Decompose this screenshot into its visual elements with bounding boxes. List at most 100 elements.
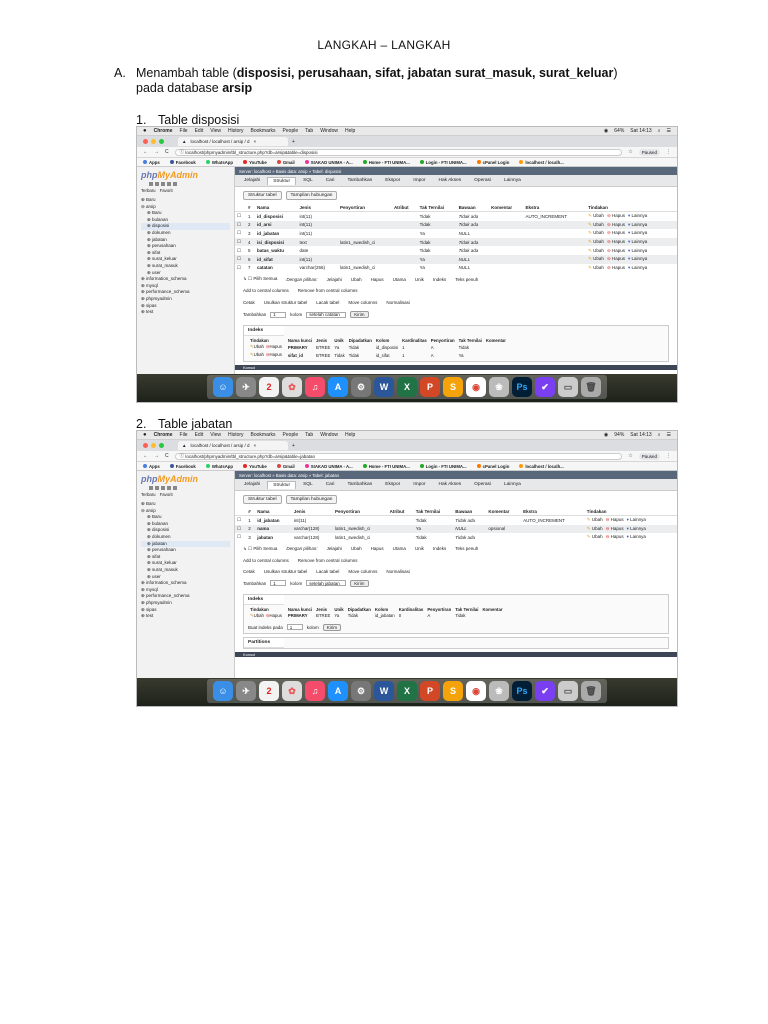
sublime-icon[interactable]: S bbox=[443, 377, 463, 397]
tree-item[interactable]: ⊕ user bbox=[141, 270, 230, 277]
menu-tab[interactable]: Tab bbox=[305, 432, 313, 438]
wifi-icon[interactable]: ◉ bbox=[604, 128, 608, 134]
app-icon[interactable]: ✔ bbox=[535, 377, 555, 397]
bulk-unique[interactable]: Unik bbox=[415, 277, 424, 282]
cell-checkbox[interactable]: ☐ bbox=[235, 254, 247, 264]
delete-link[interactable]: Hapus bbox=[612, 256, 625, 261]
remove-central-columns[interactable]: Remove from central columns bbox=[298, 288, 358, 293]
tree-item[interactable]: ⊕ surat_keluar bbox=[141, 256, 230, 263]
preview-icon[interactable]: ❀ bbox=[489, 681, 509, 701]
chrome-icon[interactable]: ◉ bbox=[466, 377, 486, 397]
docs-icon[interactable] bbox=[161, 182, 165, 186]
tab-recent[interactable]: Terbaru bbox=[141, 492, 156, 497]
bookmark-whatsapp[interactable]: WhatsApp bbox=[205, 464, 233, 469]
finder-icon[interactable]: ☺ bbox=[213, 681, 233, 701]
add-central-columns[interactable]: Add to central columns bbox=[243, 558, 289, 563]
tab-recent[interactable]: Terbaru bbox=[141, 188, 156, 193]
excel-icon[interactable]: X bbox=[397, 377, 417, 397]
delete-link[interactable]: Hapus bbox=[270, 613, 282, 618]
battery-status[interactable]: 64% bbox=[614, 128, 624, 134]
minimize-window-icon[interactable] bbox=[151, 139, 156, 144]
bookmark-apps[interactable]: Apps bbox=[143, 464, 160, 469]
more-link[interactable]: Lainnya bbox=[632, 230, 648, 235]
menu-edit[interactable]: Edit bbox=[195, 128, 204, 134]
tab-structure[interactable]: Struktur bbox=[267, 176, 297, 185]
preview-icon[interactable]: ❀ bbox=[489, 377, 509, 397]
tab-export[interactable]: Ekspor bbox=[379, 480, 406, 489]
propose-structure-link[interactable]: Usulkan struktur tabel bbox=[264, 300, 308, 305]
more-link[interactable]: Lainnya bbox=[632, 239, 648, 244]
print-link[interactable]: Cetak bbox=[243, 569, 255, 574]
sublime-icon[interactable]: S bbox=[443, 681, 463, 701]
powerpoint-icon[interactable]: P bbox=[420, 681, 440, 701]
edit-link[interactable]: Ubah bbox=[592, 534, 603, 539]
cell-checkbox[interactable]: ☐ bbox=[235, 237, 247, 247]
delete-link[interactable]: Hapus bbox=[270, 352, 282, 357]
photos-icon[interactable]: ✿ bbox=[282, 681, 302, 701]
back-icon[interactable]: ← bbox=[143, 453, 148, 459]
subtab-relation-view[interactable]: Tampilan hubungan bbox=[285, 495, 338, 504]
edit-link[interactable]: Ubah bbox=[254, 344, 264, 349]
tree-item[interactable]: ⊖ arsip bbox=[141, 508, 230, 515]
settings-icon[interactable] bbox=[167, 486, 171, 490]
menu-view[interactable]: View bbox=[210, 128, 221, 134]
home-icon[interactable] bbox=[149, 486, 153, 490]
word-icon[interactable]: W bbox=[374, 681, 394, 701]
bulk-browse[interactable]: Jelajahi bbox=[327, 546, 342, 551]
address-input[interactable]: ⓘ localhost/phpmyadmin/tbl_structure.php… bbox=[174, 452, 623, 460]
tree-item[interactable]: ⊕ disposisi bbox=[141, 527, 230, 534]
delete-link[interactable]: Hapus bbox=[611, 526, 624, 531]
bookmark-home-fti[interactable]: Home - FTI UNIMA... bbox=[362, 464, 410, 469]
calendar-icon[interactable]: 2 bbox=[259, 681, 279, 701]
bookmark-apps[interactable]: Apps bbox=[143, 160, 160, 165]
trash-icon[interactable]: 🗑 bbox=[581, 681, 601, 701]
tab-privileges[interactable]: Hak Akses bbox=[433, 480, 468, 489]
bulk-drop[interactable]: Hapus bbox=[371, 546, 384, 551]
indexes-title[interactable]: Indeks bbox=[244, 594, 284, 605]
delete-link[interactable]: Hapus bbox=[612, 265, 625, 270]
menu-chrome[interactable]: Chrome bbox=[154, 432, 173, 438]
bookmark-youtube[interactable]: YouTube bbox=[243, 160, 267, 165]
bookmark-youtube[interactable]: YouTube bbox=[243, 464, 267, 469]
minimize-window-icon[interactable] bbox=[151, 443, 156, 448]
trash-icon[interactable]: 🗑 bbox=[581, 377, 601, 397]
reload-icon[interactable] bbox=[173, 182, 177, 186]
tab-sql[interactable]: SQL bbox=[297, 480, 319, 489]
menu-history[interactable]: History bbox=[228, 128, 244, 134]
bookmark-facebook[interactable]: Facebook bbox=[169, 160, 196, 165]
tree-item[interactable]: ⊕ information_schema bbox=[141, 276, 230, 283]
tab-favorites[interactable]: Favorit bbox=[160, 188, 173, 193]
battery-status[interactable]: 94% bbox=[614, 432, 624, 438]
edit-link[interactable]: Ubah bbox=[593, 256, 604, 261]
add-count-input[interactable]: 1 bbox=[270, 580, 287, 587]
add-central-columns[interactable]: Add to central columns bbox=[243, 288, 289, 293]
bulk-unique[interactable]: Unik bbox=[415, 546, 424, 551]
bookmark-whatsapp[interactable]: WhatsApp bbox=[205, 160, 233, 165]
go-button[interactable]: Kirim bbox=[350, 579, 369, 587]
tree-item[interactable]: ⊕ phpmyadmin bbox=[141, 296, 230, 303]
cell-checkbox[interactable]: ☐ bbox=[235, 264, 246, 273]
edit-link[interactable]: Ubah bbox=[254, 613, 264, 618]
profile-paused-button[interactable]: Paused bbox=[638, 148, 660, 156]
cell-checkbox[interactable]: ☐ bbox=[235, 246, 246, 255]
new-tab-icon[interactable]: + bbox=[292, 443, 295, 449]
logout-icon[interactable] bbox=[155, 486, 159, 490]
tree-item[interactable]: ⊕ Baru bbox=[141, 514, 230, 521]
menu-window[interactable]: Window bbox=[320, 128, 338, 134]
browser-tab[interactable]: ▲ localhost / localhost / arsip / d × bbox=[178, 441, 288, 450]
finder-icon[interactable]: ☺ bbox=[213, 377, 233, 397]
tree-item[interactable]: ⊕ surat_masuk bbox=[141, 263, 230, 270]
tab-structure[interactable]: Struktur bbox=[267, 480, 297, 489]
tree-item[interactable]: ⊕ sipas bbox=[141, 303, 230, 310]
tree-item[interactable]: ⊕ Baru bbox=[141, 210, 230, 217]
forward-icon[interactable]: → bbox=[154, 453, 159, 459]
delete-link[interactable]: Hapus bbox=[270, 344, 282, 349]
bookmark-login-fti[interactable]: Login - FTI UNIMA... bbox=[419, 160, 467, 165]
bulk-fulltext[interactable]: Teks penuh bbox=[455, 277, 478, 282]
menu-history[interactable]: History bbox=[228, 432, 244, 438]
tab-import[interactable]: Impor bbox=[407, 176, 431, 185]
tree-item-selected[interactable]: ⊕ disposisi bbox=[141, 223, 230, 230]
menu-list-icon[interactable]: ☰ bbox=[667, 128, 671, 134]
bulk-index[interactable]: Indeks bbox=[433, 546, 446, 551]
docs-icon[interactable] bbox=[161, 486, 165, 490]
